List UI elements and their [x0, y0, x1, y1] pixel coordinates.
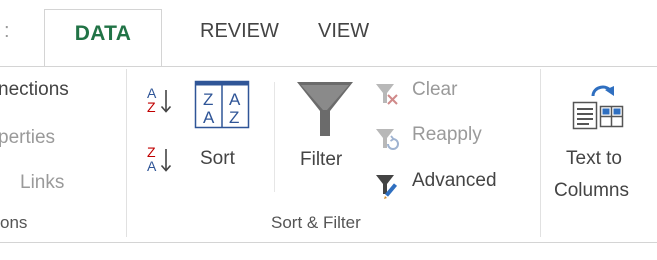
- svg-text:Z: Z: [147, 99, 156, 115]
- sort-a-to-z-icon: A Z: [147, 85, 172, 115]
- advanced-filter-button[interactable]: Advanced: [374, 170, 524, 199]
- sort-grid-icon: Z A A Z: [194, 80, 250, 129]
- sort-button-label: Sort: [200, 148, 235, 169]
- reapply-filter-button[interactable]: Reapply: [374, 124, 514, 152]
- sort-z-to-a-icon: Z A: [147, 144, 172, 174]
- filter-button[interactable]: Filter: [292, 78, 362, 188]
- tab-data[interactable]: DATA: [44, 9, 162, 67]
- ribbon-tab-bar: : DATA REVIEW VIEW: [0, 0, 657, 67]
- sort-descending-button[interactable]: Z A: [145, 143, 179, 177]
- ribbon-bottom-border: [0, 242, 657, 243]
- advanced-filter-icon: [376, 175, 398, 199]
- svg-text:A: A: [229, 90, 241, 109]
- advanced-filter-label: Advanced: [412, 170, 497, 191]
- tab-view[interactable]: VIEW: [318, 20, 369, 43]
- sort-filter-group-label: Sort & Filter: [271, 213, 361, 232]
- connections-button[interactable]: nections: [0, 79, 69, 101]
- properties-button[interactable]: perties: [0, 127, 55, 149]
- svg-text:A: A: [147, 158, 157, 174]
- funnel-icon: [297, 82, 353, 136]
- edit-links-button[interactable]: Links: [20, 172, 64, 194]
- reapply-filter-label: Reapply: [412, 124, 482, 145]
- tab-review[interactable]: REVIEW: [200, 20, 279, 43]
- clear-filter-button[interactable]: Clear: [374, 79, 494, 107]
- clear-filter-label: Clear: [412, 79, 458, 100]
- inner-separator: [274, 82, 275, 192]
- text-to-columns-label-line2: Columns: [554, 180, 629, 201]
- text-to-columns-button[interactable]: Text to Columns: [552, 78, 652, 208]
- tab-previous-partial[interactable]: :: [4, 20, 10, 43]
- group-separator: [126, 69, 127, 237]
- svg-text:Z: Z: [229, 108, 239, 127]
- group-separator: [540, 69, 541, 237]
- text-to-columns-label-line1: Text to: [566, 148, 622, 169]
- svg-text:Z: Z: [203, 90, 213, 109]
- clear-filter-icon: [376, 84, 398, 105]
- sort-dialog-button[interactable]: Z A A Z Sort: [193, 78, 253, 188]
- tab-data-label: DATA: [74, 22, 132, 45]
- sort-ascending-button[interactable]: A Z: [145, 84, 179, 118]
- filter-button-label: Filter: [300, 149, 343, 170]
- reapply-filter-icon: [376, 129, 399, 150]
- connections-group-label: ons: [0, 213, 28, 232]
- svg-text:A: A: [203, 108, 215, 127]
- text-to-columns-icon: [572, 85, 624, 130]
